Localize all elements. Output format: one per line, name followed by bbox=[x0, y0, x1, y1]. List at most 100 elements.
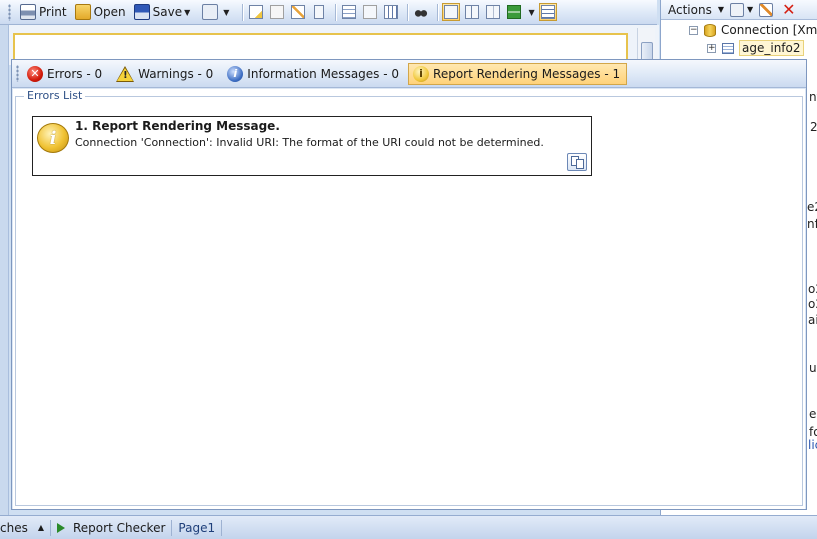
delete-page-icon bbox=[270, 5, 285, 19]
clipped-text: 2 bbox=[810, 120, 817, 134]
columns-button[interactable] bbox=[382, 3, 400, 21]
toolbar-grip[interactable] bbox=[8, 3, 11, 21]
save-label: Save bbox=[152, 5, 183, 19]
delete-item-button[interactable]: ✕ bbox=[782, 0, 796, 19]
report-checker-tab[interactable]: Report Checker bbox=[51, 517, 171, 539]
find-button[interactable] bbox=[412, 3, 430, 21]
actions-menu[interactable]: Actions ▼ bbox=[668, 3, 724, 17]
errors-list-title: Errors List bbox=[24, 89, 86, 102]
info-bulb-icon: i bbox=[37, 123, 69, 153]
delete-page-button[interactable] bbox=[268, 3, 286, 21]
binoculars-icon bbox=[414, 5, 429, 19]
tab-label: Report Rendering Messages - 1 bbox=[433, 66, 621, 81]
continuous-view-button[interactable] bbox=[463, 3, 481, 21]
report-errors-icon bbox=[540, 5, 555, 19]
new-page-button[interactable] bbox=[247, 3, 265, 21]
separator bbox=[221, 519, 223, 536]
edit-pencil-icon bbox=[759, 2, 774, 17]
multi-page-icon bbox=[507, 5, 522, 19]
clipped-text: nf bbox=[809, 90, 817, 104]
new-item-button[interactable]: ▼ bbox=[730, 2, 754, 17]
clipped-text: e bbox=[809, 407, 817, 421]
page-label: Page1 bbox=[178, 520, 216, 535]
open-label: Open bbox=[93, 5, 126, 19]
edit-button[interactable] bbox=[289, 3, 307, 21]
left-dock-strip bbox=[0, 25, 9, 515]
floppy-disk-icon bbox=[133, 4, 150, 20]
actions-label: Actions bbox=[668, 2, 712, 17]
header-button[interactable] bbox=[340, 3, 358, 21]
error-icon: ✕ bbox=[27, 65, 43, 82]
save-button[interactable]: Save ▼ bbox=[131, 2, 198, 23]
copy-icon bbox=[576, 159, 584, 169]
chevron-up-icon[interactable]: ▲ bbox=[38, 523, 44, 532]
pencil-icon bbox=[291, 5, 306, 19]
info-icon: i bbox=[227, 65, 244, 82]
message-title: 1. Report Rendering Message. bbox=[75, 119, 280, 133]
main-toolbar: Print Open Save ▼ ▼ ▼ bbox=[0, 0, 657, 25]
toolbar-separator bbox=[437, 3, 439, 21]
single-page-view-button[interactable] bbox=[442, 3, 461, 21]
clipped-text: e2 bbox=[807, 200, 817, 214]
page-icon bbox=[314, 5, 325, 19]
actions-toolbar: Actions ▼ ▼ ✕ bbox=[661, 0, 817, 20]
tab-label: Information Messages - 0 bbox=[247, 66, 400, 81]
errors-list-area: Errors List i 1. Report Rendering Messag… bbox=[13, 89, 805, 509]
tab-errors[interactable]: ✕ Errors - 0 bbox=[22, 63, 109, 85]
page-setup-button[interactable] bbox=[310, 3, 328, 21]
report-checker-label: Report Checker bbox=[73, 520, 166, 535]
continuous-page-icon bbox=[465, 5, 480, 19]
edit-item-button[interactable] bbox=[759, 2, 776, 17]
clipped-text: fo bbox=[809, 425, 817, 439]
vertical-scrollbar[interactable] bbox=[637, 28, 655, 63]
report-errors-button[interactable] bbox=[538, 3, 557, 21]
clipped-text: o2 bbox=[808, 297, 817, 311]
collapse-icon[interactable]: − bbox=[689, 25, 698, 35]
actions-dropdown-arrow-icon: ▼ bbox=[717, 5, 724, 14]
table-icon bbox=[722, 42, 734, 54]
tree-item-age-info2[interactable]: + age_info2 bbox=[707, 40, 804, 56]
clipped-text: ul bbox=[809, 361, 817, 375]
help-button[interactable] bbox=[361, 3, 379, 21]
message-body: Connection 'Connection': Invalid URI: Th… bbox=[75, 136, 544, 149]
rendering-message-icon: i bbox=[413, 65, 430, 82]
page-tab[interactable]: Page1 bbox=[172, 517, 221, 539]
help-page-icon bbox=[363, 5, 378, 19]
tab-label: Errors - 0 bbox=[47, 66, 103, 81]
message-card[interactable]: i 1. Report Rendering Message. Connectio… bbox=[32, 116, 592, 176]
toolbar-separator bbox=[242, 3, 244, 21]
export-button[interactable]: ▼ bbox=[199, 2, 236, 23]
bottom-tab-clipped[interactable]: ches ▲ bbox=[0, 517, 50, 539]
delete-x-icon: ✕ bbox=[782, 0, 796, 19]
toolbar-separator bbox=[407, 3, 409, 21]
tab-label: Warnings - 0 bbox=[138, 66, 214, 81]
new-item-dropdown-arrow-icon: ▼ bbox=[747, 5, 754, 14]
new-page-icon bbox=[249, 5, 264, 19]
tree-item-connection[interactable]: − Connection [Xml Da bbox=[689, 23, 817, 37]
open-button[interactable]: Open bbox=[72, 2, 129, 23]
print-button[interactable]: Print bbox=[17, 2, 70, 23]
tabs-grip[interactable] bbox=[16, 65, 19, 82]
new-item-icon bbox=[730, 2, 744, 17]
clipped-text: o2 bbox=[808, 282, 817, 296]
tab-information-messages[interactable]: i Information Messages - 0 bbox=[222, 63, 406, 85]
tab-warnings[interactable]: ! Warnings - 0 bbox=[111, 63, 220, 85]
copy-message-button[interactable] bbox=[567, 153, 587, 171]
view-dropdown-arrow-icon[interactable]: ▼ bbox=[528, 8, 534, 17]
bottom-tab-bar: ches ▲ Report Checker Page1 bbox=[0, 515, 817, 539]
expand-icon[interactable]: + bbox=[707, 43, 716, 53]
tab-report-rendering-messages[interactable]: i Report Rendering Messages - 1 bbox=[408, 62, 628, 85]
print-label: Print bbox=[39, 5, 67, 19]
warning-icon: ! bbox=[116, 65, 135, 82]
multi-page-view-button[interactable] bbox=[505, 3, 523, 21]
database-icon bbox=[704, 23, 716, 37]
message-tabs: ✕ Errors - 0 ! Warnings - 0 i Informatio… bbox=[12, 60, 806, 88]
tree-item-label: Connection [Xml Da bbox=[721, 23, 817, 37]
errors-list-group: Errors List i 1. Report Rendering Messag… bbox=[15, 89, 803, 506]
clipped-text: nfo bbox=[807, 217, 817, 231]
clipped-text: ail bbox=[808, 313, 817, 327]
export-dropdown-arrow-icon[interactable]: ▼ bbox=[223, 8, 229, 17]
bottom-tab-label: ches bbox=[0, 520, 28, 535]
two-page-view-button[interactable] bbox=[484, 3, 502, 21]
save-dropdown-arrow-icon[interactable]: ▼ bbox=[184, 8, 190, 17]
